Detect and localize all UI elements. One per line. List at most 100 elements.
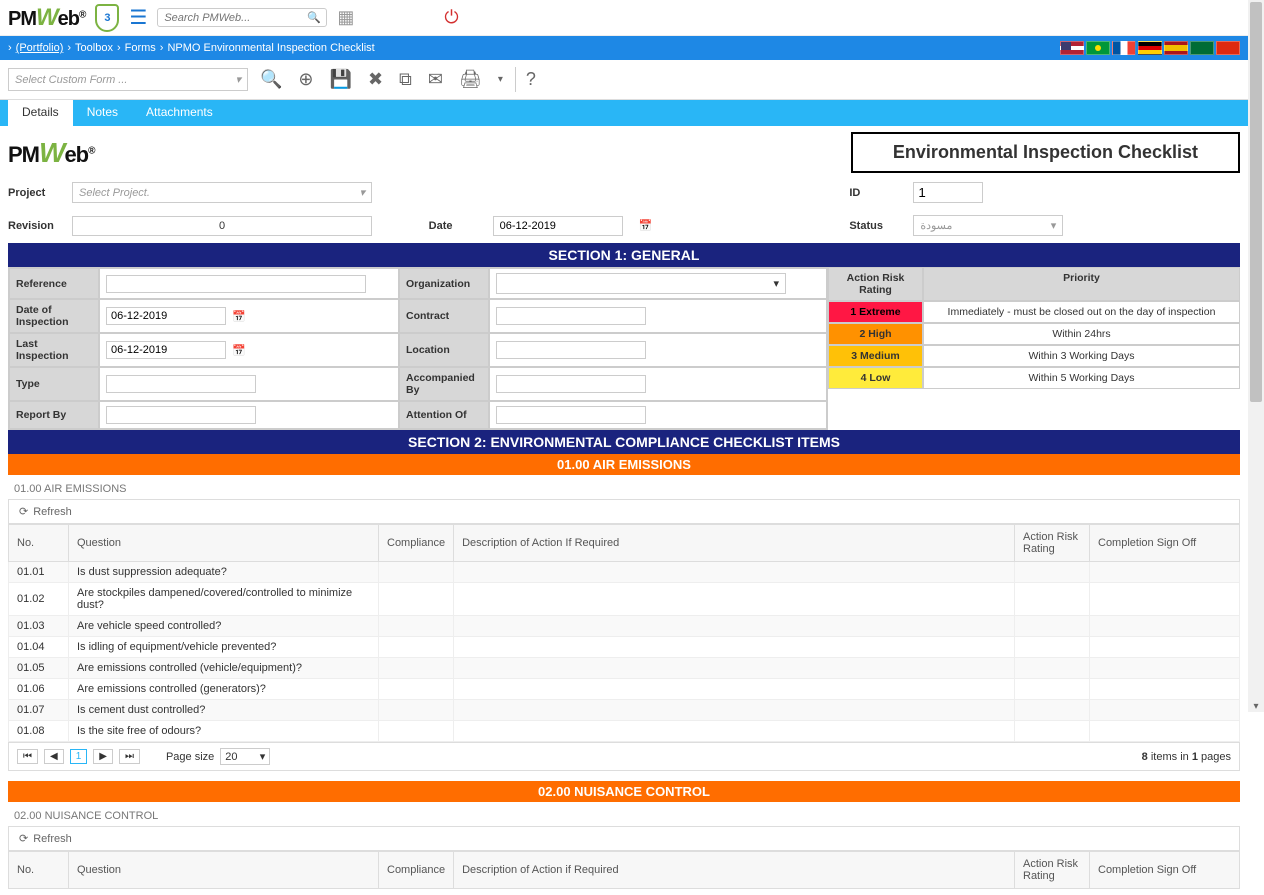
- cell-description[interactable]: [454, 562, 1015, 583]
- date-input[interactable]: [493, 216, 623, 236]
- cell-signoff[interactable]: [1090, 637, 1240, 658]
- report-by-input[interactable]: [106, 406, 256, 424]
- calendar-icon[interactable]: 📅: [232, 344, 246, 357]
- pager-last[interactable]: ⏭: [119, 749, 140, 764]
- organization-select[interactable]: ▾: [496, 273, 786, 294]
- page-size-select[interactable]: 20▾: [220, 748, 270, 765]
- apps-grid-icon[interactable]: ▦: [337, 7, 354, 28]
- cell-compliance[interactable]: [379, 583, 454, 616]
- table-row[interactable]: 01.08Is the site free of odours?: [9, 721, 1240, 742]
- search-tool-icon[interactable]: 🔍: [256, 67, 286, 92]
- cell-signoff[interactable]: [1090, 700, 1240, 721]
- project-select[interactable]: Select Project.▾: [72, 182, 372, 203]
- cell-signoff[interactable]: [1090, 679, 1240, 700]
- cell-compliance[interactable]: [379, 616, 454, 637]
- breadcrumb-portfolio[interactable]: (Portfolio): [16, 42, 64, 54]
- tab-attachments[interactable]: Attachments: [132, 100, 227, 126]
- location-input[interactable]: [496, 341, 646, 359]
- cell-description[interactable]: [454, 679, 1015, 700]
- refresh-button[interactable]: Refresh: [33, 506, 72, 518]
- calendar-icon[interactable]: 📅: [232, 310, 246, 323]
- last-inspection-input[interactable]: [106, 341, 226, 359]
- print-icon[interactable]: 🖨: [455, 67, 486, 92]
- cell-signoff[interactable]: [1090, 616, 1240, 637]
- table-row[interactable]: 01.03Are vehicle speed controlled?: [9, 616, 1240, 637]
- type-input[interactable]: [106, 375, 256, 393]
- custom-form-select[interactable]: Select Custom Form ...▾: [8, 68, 248, 91]
- flag-sa[interactable]: [1190, 41, 1214, 55]
- delete-icon[interactable]: ✖: [364, 67, 387, 92]
- table-row[interactable]: 01.04Is idling of equipment/vehicle prev…: [9, 637, 1240, 658]
- cell-rating[interactable]: [1015, 637, 1090, 658]
- cell-rating[interactable]: [1015, 616, 1090, 637]
- col-signoff[interactable]: Completion Sign Off: [1090, 525, 1240, 562]
- cell-compliance[interactable]: [379, 658, 454, 679]
- vertical-scrollbar[interactable]: ▴ ▾: [1248, 0, 1264, 712]
- cell-rating[interactable]: [1015, 679, 1090, 700]
- table-row[interactable]: 01.01Is dust suppression adequate?: [9, 562, 1240, 583]
- scroll-thumb[interactable]: [1250, 2, 1262, 402]
- flag-us[interactable]: [1060, 41, 1084, 55]
- col-compliance[interactable]: Compliance: [379, 852, 454, 889]
- search-input[interactable]: [164, 12, 307, 24]
- global-search[interactable]: 🔍: [157, 8, 327, 27]
- pager-next[interactable]: ▶: [93, 749, 113, 764]
- cell-description[interactable]: [454, 721, 1015, 742]
- cell-rating[interactable]: [1015, 700, 1090, 721]
- col-description[interactable]: Description of Action if Required: [454, 852, 1015, 889]
- refresh-button[interactable]: Refresh: [33, 833, 72, 845]
- table-row[interactable]: 01.07Is cement dust controlled?: [9, 700, 1240, 721]
- table-row[interactable]: 01.05Are emissions controlled (vehicle/e…: [9, 658, 1240, 679]
- status-select[interactable]: مسودة▾: [913, 215, 1063, 236]
- cell-compliance[interactable]: [379, 562, 454, 583]
- col-rating[interactable]: Action Risk Rating: [1015, 525, 1090, 562]
- col-question[interactable]: Question: [69, 852, 379, 889]
- pager-current[interactable]: 1: [70, 749, 88, 764]
- col-no[interactable]: No.: [9, 525, 69, 562]
- pager-first[interactable]: ⏮: [17, 749, 38, 764]
- copy-icon[interactable]: ⧉: [395, 67, 416, 92]
- cell-rating[interactable]: [1015, 562, 1090, 583]
- cell-signoff[interactable]: [1090, 562, 1240, 583]
- cell-description[interactable]: [454, 700, 1015, 721]
- revision-field[interactable]: 0: [72, 216, 372, 236]
- search-icon[interactable]: 🔍: [307, 11, 321, 24]
- refresh-icon[interactable]: ⟳: [19, 505, 28, 518]
- tab-details[interactable]: Details: [8, 100, 73, 126]
- refresh-icon[interactable]: ⟳: [19, 832, 28, 845]
- hamburger-menu-icon[interactable]: ☰: [129, 5, 147, 30]
- id-input[interactable]: [913, 182, 983, 203]
- col-no[interactable]: No.: [9, 852, 69, 889]
- pager-prev[interactable]: ◀: [44, 749, 64, 764]
- flag-de[interactable]: [1138, 41, 1162, 55]
- col-compliance[interactable]: Compliance: [379, 525, 454, 562]
- attention-of-input[interactable]: [496, 406, 646, 424]
- cell-description[interactable]: [454, 583, 1015, 616]
- col-rating[interactable]: Action Risk Rating: [1015, 852, 1090, 889]
- cell-signoff[interactable]: [1090, 721, 1240, 742]
- table-row[interactable]: 01.06Are emissions controlled (generator…: [9, 679, 1240, 700]
- cell-compliance[interactable]: [379, 721, 454, 742]
- flag-cn[interactable]: [1216, 41, 1240, 55]
- date-inspection-input[interactable]: [106, 307, 226, 325]
- cell-description[interactable]: [454, 616, 1015, 637]
- cell-compliance[interactable]: [379, 700, 454, 721]
- accompanied-by-input[interactable]: [496, 375, 646, 393]
- calendar-icon[interactable]: 📅: [639, 219, 653, 232]
- cell-description[interactable]: [454, 658, 1015, 679]
- table-row[interactable]: 01.02Are stockpiles dampened/covered/con…: [9, 583, 1240, 616]
- col-signoff[interactable]: Completion Sign Off: [1090, 852, 1240, 889]
- cell-signoff[interactable]: [1090, 583, 1240, 616]
- cell-rating[interactable]: [1015, 721, 1090, 742]
- save-icon[interactable]: 💾: [326, 67, 356, 92]
- col-question[interactable]: Question: [69, 525, 379, 562]
- cell-compliance[interactable]: [379, 637, 454, 658]
- reference-input[interactable]: [106, 275, 366, 293]
- add-icon[interactable]: ⊕: [294, 67, 317, 92]
- notification-shield[interactable]: 3: [95, 4, 119, 32]
- cell-rating[interactable]: [1015, 658, 1090, 679]
- help-icon[interactable]: ?: [515, 67, 540, 92]
- flag-br[interactable]: [1086, 41, 1110, 55]
- contract-input[interactable]: [496, 307, 646, 325]
- print-dropdown-icon[interactable]: ▾: [494, 72, 507, 87]
